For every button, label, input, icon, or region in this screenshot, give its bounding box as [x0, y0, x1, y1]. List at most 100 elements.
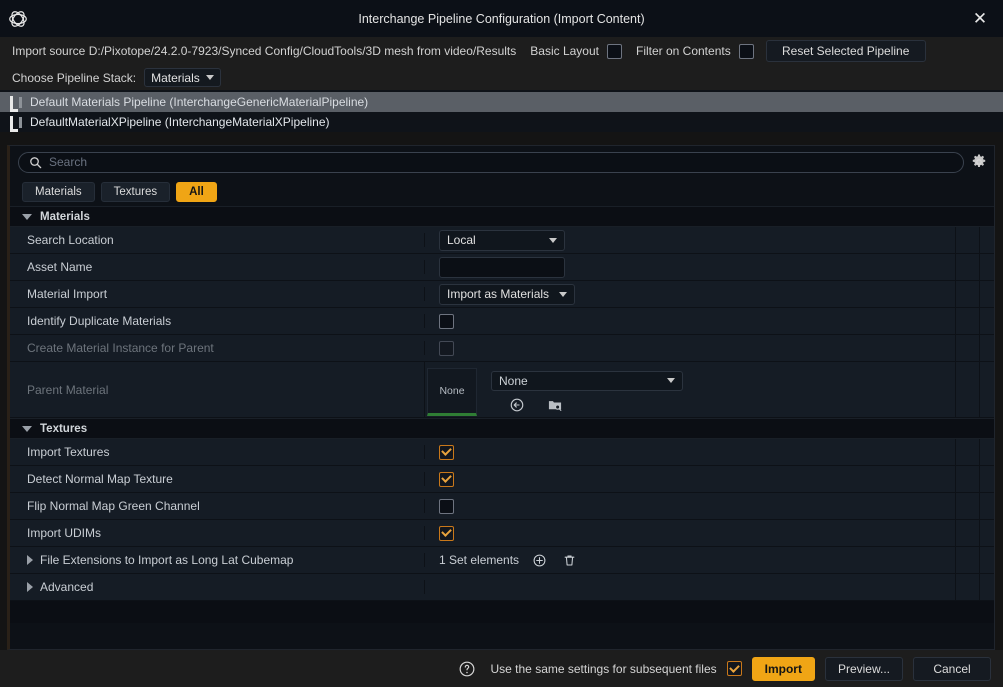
search-input[interactable] [49, 155, 953, 169]
import-source-label: Import source D:/Pixotope/24.2.0-7923/Sy… [12, 44, 516, 58]
filter-tab-materials[interactable]: Materials [22, 182, 95, 202]
gear-icon[interactable] [970, 153, 988, 171]
property-label: Search Location [10, 233, 425, 247]
flip-normal-map-green-channel-checkbox[interactable] [439, 499, 454, 514]
use-selected-asset-icon[interactable] [507, 395, 527, 415]
property-value: None None [425, 362, 994, 417]
property-value [425, 472, 994, 487]
property-label: Advanced [40, 580, 93, 594]
identify-duplicate-materials-checkbox[interactable] [439, 314, 454, 329]
property-label-group[interactable]: Advanced [10, 580, 425, 594]
create-material-instance-for-parent-checkbox[interactable] [439, 341, 454, 356]
pipeline-stack-row: Choose Pipeline Stack: Materials [0, 65, 1003, 90]
parent-material-asset-picker[interactable]: None [491, 371, 683, 391]
property-label: Identify Duplicate Materials [10, 314, 425, 328]
column-divider [979, 574, 980, 600]
column-divider [979, 493, 980, 519]
close-button[interactable]: ✕ [957, 0, 1003, 37]
property-label: Create Material Instance for Parent [10, 341, 425, 355]
interchange-pipeline-dialog: Interchange Pipeline Configuration (Impo… [0, 0, 1003, 687]
set-elements-count: 1 Set elements [439, 553, 519, 567]
filter-tab-all[interactable]: All [176, 182, 217, 202]
help-icon[interactable] [458, 660, 476, 678]
import-button[interactable]: Import [752, 657, 815, 681]
reset-selected-pipeline-button[interactable]: Reset Selected Pipeline [766, 40, 926, 62]
import-udims-checkbox[interactable] [439, 526, 454, 541]
parent-material-thumbnail[interactable]: None [427, 368, 477, 416]
property-label: Material Import [10, 287, 425, 301]
pipeline-icon [10, 96, 23, 109]
chevron-right-icon [27, 582, 33, 592]
property-row-advanced: Advanced [10, 574, 994, 601]
pipeline-stack-value: Materials [151, 71, 200, 85]
property-row-material-import: Material Import Import as Materials [10, 281, 994, 308]
property-label-group[interactable]: File Extensions to Import as Long Lat Cu… [10, 553, 425, 567]
column-divider [979, 335, 980, 361]
add-element-icon[interactable] [529, 550, 549, 570]
property-value: 1 Set elements [425, 550, 994, 570]
chevron-right-icon [27, 555, 33, 565]
search-location-value: Local [447, 233, 476, 247]
basic-layout-label: Basic Layout [530, 44, 599, 58]
pipeline-stack-dropdown[interactable]: Materials [144, 68, 221, 87]
property-value [425, 526, 994, 541]
property-value [425, 499, 994, 514]
chevron-down-icon [22, 214, 32, 220]
column-divider [979, 254, 980, 280]
search-icon [29, 156, 42, 169]
delete-elements-icon[interactable] [559, 550, 579, 570]
property-label: File Extensions to Import as Long Lat Cu… [40, 553, 293, 567]
same-settings-checkbox[interactable] [727, 661, 742, 676]
asset-name-input[interactable] [439, 257, 565, 278]
column-divider [979, 227, 980, 253]
parent-material-controls: None [491, 365, 683, 415]
section-header-textures[interactable]: Textures [10, 418, 994, 439]
preview-button[interactable]: Preview... [825, 657, 903, 681]
pipeline-stack-label: Choose Pipeline Stack: [12, 71, 136, 85]
property-label: Flip Normal Map Green Channel [10, 499, 425, 513]
filter-tab-textures[interactable]: Textures [101, 182, 170, 202]
property-row-file-extensions-long-lat-cubemap: File Extensions to Import as Long Lat Cu… [10, 547, 994, 574]
detect-normal-map-texture-checkbox[interactable] [439, 472, 454, 487]
pipeline-list-item-default-materials[interactable]: Default Materials Pipeline (InterchangeG… [0, 92, 1003, 112]
search-row [10, 146, 994, 178]
property-row-create-material-instance-for-parent: Create Material Instance for Parent [10, 335, 994, 362]
section-header-materials[interactable]: Materials [10, 206, 994, 227]
chevron-down-icon [549, 238, 557, 243]
filter-on-contents-group: Filter on Contents [636, 44, 754, 59]
property-label: Asset Name [10, 260, 425, 274]
window-title: Interchange Pipeline Configuration (Impo… [0, 0, 1003, 37]
spacer [0, 132, 1003, 145]
section-title: Materials [40, 211, 90, 223]
parent-material-value: None [499, 374, 528, 388]
import-textures-checkbox[interactable] [439, 445, 454, 460]
unreal-interchange-icon [0, 0, 36, 37]
filter-on-contents-checkbox[interactable] [739, 44, 754, 59]
property-value: Local [425, 230, 994, 251]
column-divider [979, 308, 980, 334]
property-row-search-location: Search Location Local [10, 227, 994, 254]
cancel-button[interactable]: Cancel [913, 657, 991, 681]
basic-layout-checkbox[interactable] [607, 44, 622, 59]
property-row-identify-duplicate-materials: Identify Duplicate Materials [10, 308, 994, 335]
search-location-dropdown[interactable]: Local [439, 230, 565, 251]
pipeline-icon [10, 116, 23, 129]
property-row-detect-normal-map-texture: Detect Normal Map Texture [10, 466, 994, 493]
pipeline-item-label: DefaultMaterialXPipeline (InterchangeMat… [30, 115, 330, 129]
property-value [425, 341, 994, 356]
browse-to-asset-icon[interactable] [545, 395, 565, 415]
pipeline-list: Default Materials Pipeline (InterchangeG… [0, 90, 1003, 132]
title-bar: Interchange Pipeline Configuration (Impo… [0, 0, 1003, 37]
column-divider [979, 362, 980, 417]
toolbar: Import source D:/Pixotope/24.2.0-7923/Sy… [0, 37, 1003, 65]
property-row-parent-material: Parent Material None None [10, 362, 994, 418]
details-panel: Materials Textures All Materials Search … [7, 145, 995, 650]
material-import-value: Import as Materials [447, 287, 549, 301]
basic-layout-group: Basic Layout [530, 44, 622, 59]
search-box[interactable] [18, 152, 964, 173]
section-title: Textures [40, 423, 87, 435]
column-divider [979, 439, 980, 465]
property-label: Import Textures [10, 445, 425, 459]
material-import-dropdown[interactable]: Import as Materials [439, 284, 575, 305]
pipeline-list-item-materialx[interactable]: DefaultMaterialXPipeline (InterchangeMat… [0, 112, 1003, 132]
